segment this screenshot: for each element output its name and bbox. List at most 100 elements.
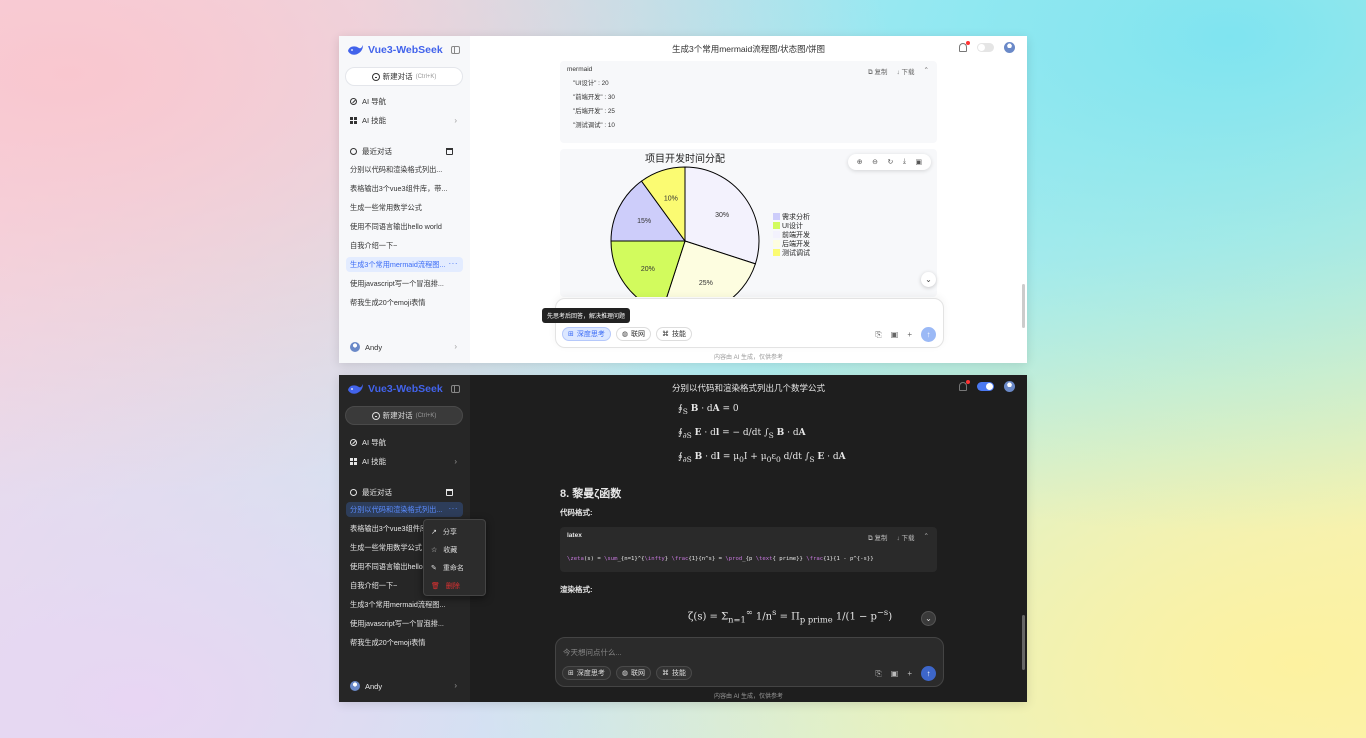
bell-icon[interactable] [959,41,970,52]
copy-button[interactable]: ⧉ 复制 [868,532,887,543]
download-icon[interactable]: ⤓ [903,158,906,166]
history-item-active[interactable]: 生成3个常用mermaid流程图... ··· [346,257,463,272]
paperclip-icon[interactable]: ⎘ [875,669,881,679]
disclaimer: 内容由 AI 生成，仅供参考 [713,694,783,700]
web-search-toggle[interactable]: ◍ 联网 [615,327,651,341]
history-item[interactable]: 帮我生成20个emoji表情 [346,635,463,650]
nav-label: AI 导航 [362,437,387,447]
latex-token: _{n=1}^{ [617,556,645,562]
chat-history-icon [350,147,357,155]
history-item[interactable]: 生成一些常用数学公式 [346,200,463,215]
maxwell-equation-1: ∮S B · dA = 0 [678,404,739,416]
web-search-toggle[interactable]: ◍ 联网 [615,666,651,680]
zoom-out-icon[interactable]: ⊖ [872,158,878,166]
brand[interactable]: Vue3-WebSeek [347,382,443,396]
chat-input[interactable]: 今天想问点什么... ⊞ 深度思考 ◍ 联网 ⌘ 技能 ⎘ ▣ + ↑ [555,637,944,687]
menu-delete[interactable]: 🗑 删除 [431,580,460,592]
scroll-to-bottom-button[interactable]: ⌄ [921,611,936,626]
sidebar-collapse-icon[interactable] [451,46,460,54]
download-button[interactable]: ↓ 下载 [896,66,914,77]
plus-icon[interactable]: + [907,669,912,678]
menu-favorite[interactable]: ☆ 收藏 [431,544,457,556]
trash-icon[interactable] [446,147,453,155]
image-upload-icon[interactable]: ▣ [891,669,899,678]
plus-icon [371,411,380,420]
legend-swatch [773,231,780,238]
menu-share[interactable]: ↗ 分享 [431,526,457,538]
new-chat-button[interactable]: 新建对话 (Ctrl+K) [345,67,463,86]
image-upload-icon[interactable]: ▣ [891,330,899,339]
copy-label: 复制 [874,69,888,76]
zoom-in-icon[interactable]: ⊕ [857,158,863,166]
history-item[interactable]: 使用javascript写一个冒泡排... [346,616,463,631]
new-chat-label: 新建对话 [382,72,413,81]
history-item[interactable]: 自我介绍一下~ [346,238,463,253]
scrollbar[interactable] [1022,615,1025,670]
history-item[interactable]: 帮我生成20个emoji表情 [346,295,463,310]
code-line: "后端开发" : 25 [573,108,615,115]
more-icon[interactable]: ··· [449,259,459,268]
history-label: 帮我生成20个emoji表情 [350,637,426,647]
theme-toggle[interactable] [977,43,994,52]
sidebar-collapse-icon[interactable] [451,385,460,393]
history-item[interactable]: 分别以代码和渲染格式列出... [346,162,463,177]
history-item[interactable]: 生成3个常用mermaid流程图... [346,597,463,612]
history-label: 生成3个常用mermaid流程图... [350,259,446,269]
scrollbar[interactable] [1022,284,1025,328]
deep-think-toggle[interactable]: ⊞ 深度思考 [562,666,611,680]
chevron-up-icon[interactable]: ⌃ [924,66,929,77]
menu-rename[interactable]: ✎ 重命名 [431,562,464,574]
code-header: mermaid ⧉ 复制 ↓ 下载 ⌃ [560,61,937,77]
chevron-up-icon[interactable]: ⌃ [924,532,929,543]
plus-icon[interactable]: + [907,330,912,339]
more-icon[interactable]: ··· [449,504,459,513]
history-item[interactable]: 使用不同语言输出hello world [346,219,463,234]
user-profile[interactable]: Andy › [350,680,462,692]
history-label: 生成一些常用数学公式 [350,202,422,212]
code-language: latex [567,532,582,539]
legend-swatch [773,222,780,229]
nav-ai-skills[interactable]: AI 技能 › [350,454,462,468]
chevron-right-icon: › [454,457,457,466]
nav-ai-navigation[interactable]: AI 导航 [350,94,462,108]
user-name: Andy [365,342,383,352]
image-icon[interactable]: ▣ [916,158,923,166]
chevron-right-icon: › [454,116,457,125]
scroll-to-bottom-button[interactable]: ⌄ [921,272,936,287]
top-toolbar [959,380,1015,392]
avatar[interactable] [1004,42,1015,53]
paperclip-icon[interactable]: ⎘ [875,330,881,340]
download-button[interactable]: ↓ 下载 [896,532,914,543]
code-line: "测试调试" : 10 [573,122,615,129]
latex-token: {1}{n^s} = [688,556,726,562]
nav-ai-skills[interactable]: AI 技能 › [350,113,462,127]
reset-icon[interactable]: ↻ [888,158,894,166]
skills-button[interactable]: ⌘ 技能 [655,666,692,680]
bell-icon[interactable] [959,380,970,391]
recent-label: 最近对话 [362,487,392,497]
send-button[interactable]: ↑ [921,666,936,681]
code-block: mermaid ⧉ 复制 ↓ 下载 ⌃ "UI设计" : 20 "前端开发" :… [560,61,937,143]
copy-button[interactable]: ⧉ 复制 [868,66,887,77]
chat-input[interactable]: ⊞ 深度思考 ◍ 联网 ⌘ 技能 ⎘ ▣ + ↑ [555,298,944,348]
latex-token: \frac [806,556,824,562]
theme-toggle[interactable] [977,382,994,391]
nav-ai-navigation[interactable]: AI 导航 [350,435,462,449]
history-item[interactable]: 使用javascript写一个冒泡排... [346,276,463,291]
send-button[interactable]: ↑ [921,327,936,342]
skills-button[interactable]: ⌘ 技能 [655,327,692,341]
light-window: Vue3-WebSeek 新建对话 (Ctrl+K) AI 导航 AI 技能 ›… [339,36,1027,363]
new-chat-button[interactable]: 新建对话 (Ctrl+K) [345,406,463,425]
avatar[interactable] [1004,381,1015,392]
page-title: 生成3个常用mermaid流程图/状态图/饼图 [671,44,825,54]
pill-label: 联网 [630,331,645,338]
brand[interactable]: Vue3-WebSeek [347,43,443,57]
user-profile[interactable]: Andy › [350,341,462,353]
latex-token: { prime}} [772,556,807,562]
history-label: 帮我生成20个emoji表情 [350,297,426,307]
history-item-active[interactable]: 分别以代码和渲染格式列出... ··· [346,502,463,517]
deep-think-toggle[interactable]: ⊞ 深度思考 [562,327,611,341]
latex-token: \sum [604,556,618,562]
history-item[interactable]: 表格输出3个vue3组件库，带... [346,181,463,196]
trash-icon[interactable] [446,488,453,496]
